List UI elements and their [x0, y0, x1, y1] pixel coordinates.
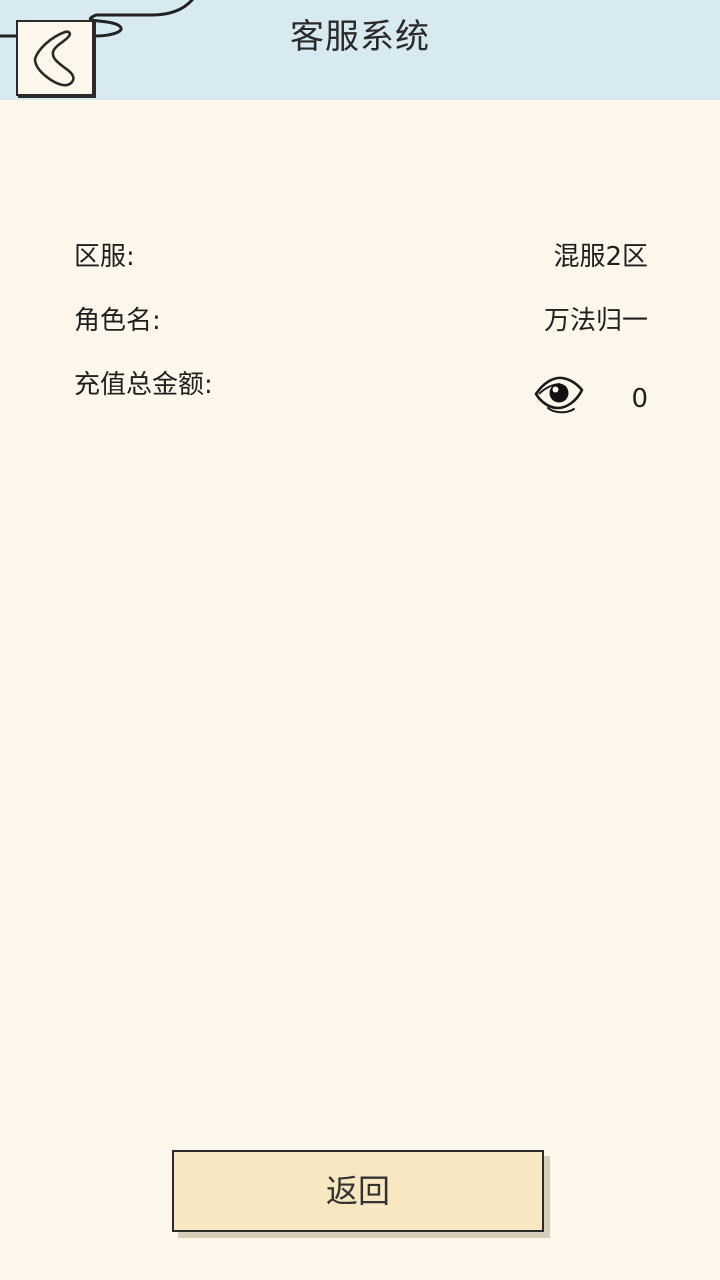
page-title: 客服系统 [290, 17, 430, 57]
recharge-total-value: 0 [631, 384, 648, 414]
role-row: 角色名: 万法归一 [74, 301, 648, 341]
role-name-value: 万法归一 [543, 306, 648, 336]
return-button[interactable]: 返回 [172, 1150, 544, 1232]
recharge-row: 充值总金额: 0 [74, 365, 648, 414]
role-name-label: 角色名: [74, 306, 161, 336]
eye-icon [534, 376, 584, 414]
server-label: 区服: [74, 242, 135, 272]
toggle-visibility-button[interactable] [534, 368, 584, 418]
header-bar: 客服系统 [0, 0, 720, 100]
server-row: 区服: 混服2区 [74, 237, 648, 277]
recharge-total-label: 充值总金额: [74, 370, 213, 400]
server-value: 混服2区 [553, 242, 648, 272]
